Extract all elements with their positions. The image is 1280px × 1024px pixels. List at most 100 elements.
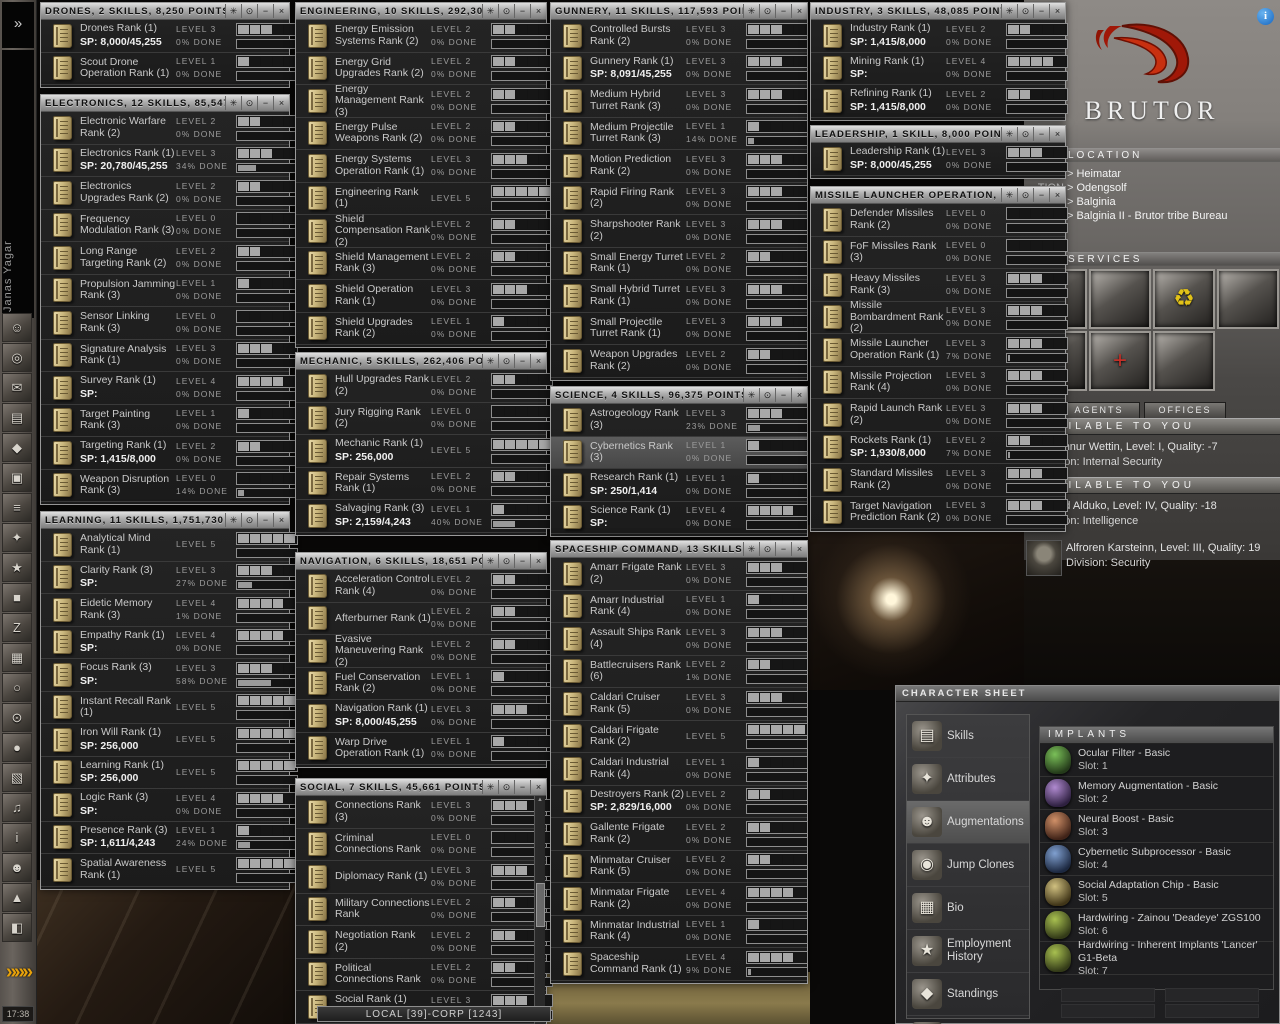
skill-row[interactable]: Small Projectile Turret Rank (1) LEVEL 30…	[551, 313, 808, 345]
minimize-icon[interactable]: −	[257, 96, 273, 110]
skill-row[interactable]: Engineering Rank (1) LEVEL 5	[296, 183, 553, 215]
skill-row[interactable]: Evasive Maneuvering Rank (2) LEVEL 2 0% DO…	[296, 633, 553, 668]
skill-row[interactable]: Small Hybrid Turret Rank (1) LEVEL 3 0% DO…	[551, 280, 808, 313]
tab-attributes[interactable]: ✦ Attributes	[907, 758, 1029, 801]
skill-row[interactable]: Missile Bombardment Rank (2) LEVEL 3 0% DO…	[811, 299, 1068, 334]
compass-icon[interactable]: ⊙	[241, 4, 257, 18]
world-map-icon[interactable]: ●	[2, 733, 32, 762]
map-icon[interactable]: ✦	[2, 523, 32, 552]
fitting-icon[interactable]	[1089, 269, 1151, 329]
compass-icon[interactable]: ⊙	[498, 780, 514, 794]
skill-row[interactable]: Astrogeology Rank (3) LEVEL 3 23% DONE	[551, 404, 808, 437]
skill-row[interactable]: Standard Missiles Rank (2) LEVEL 3 0% DONE	[811, 464, 1068, 497]
tab-security-status[interactable]: ☠Security Status	[907, 1016, 1029, 1024]
calculator-icon[interactable]: ▦	[2, 643, 32, 672]
skill-row[interactable]: Criminal Connections Rank LEVEL 0 0% DONE	[296, 829, 553, 861]
character-sheet-icon[interactable]: ☺	[2, 313, 32, 342]
skill-row[interactable]: Drones Rank (1) SP: 8,000/45,255 LEVEL 3 0%…	[41, 20, 298, 53]
local-chat-bar[interactable]: LOCAL [39]-CORP [1243]	[317, 1006, 551, 1022]
skill-row[interactable]: Iron Will Rank (1) SP: 256,000 LEVEL 5	[41, 724, 298, 757]
expand-button[interactable]: »	[2, 2, 34, 48]
skill-row[interactable]: Hull Upgrades Rank (2) LEVEL 2 0% DONE	[296, 370, 553, 403]
window-titlebar[interactable]: SPACESHIP COMMAND, 13 SKILLS, 779,✳⊙−×	[551, 541, 807, 558]
minimize-icon[interactable]: −	[1033, 188, 1049, 202]
skill-row[interactable]: Sharpshooter Rank (2) LEVEL 3 0% DONE	[551, 215, 808, 248]
skill-row[interactable]: Shield Upgrades Rank (2) LEVEL 1 0% DONE	[296, 313, 553, 345]
skill-row[interactable]: Shield Operation Rank (1) LEVEL 3 0% DONE	[296, 280, 553, 313]
skill-row[interactable]: Amarr Frigate Rank (2) LEVEL 3 0% DONE	[551, 558, 808, 591]
close-icon[interactable]: ×	[1049, 4, 1065, 18]
skill-row[interactable]: Target Painting Rank (3) LEVEL 1 0% DONE	[41, 405, 298, 437]
skill-row[interactable]: Rapid Firing Rank (2) LEVEL 3 0% DONE	[551, 183, 808, 215]
minimize-icon[interactable]: −	[514, 354, 530, 368]
skill-row[interactable]: Refining Rank (1) SP: 1,415/8,000 LEVEL 20…	[811, 85, 1068, 118]
station-tab-agents[interactable]: AGENTS	[1058, 402, 1140, 418]
compass-icon[interactable]: ⊙	[241, 96, 257, 110]
info-icon[interactable]: i	[2, 823, 32, 852]
skill-row[interactable]: Jury Rigging Rank (2) LEVEL 0 0% DONE	[296, 403, 553, 435]
skill-row[interactable]: Long Range Targeting Rank (2) LEVEL 2 0% D…	[41, 242, 298, 275]
skill-row[interactable]: Science Rank (1) SP: LEVEL 4 0% DONE	[551, 502, 808, 534]
skill-row[interactable]: Diplomacy Rank (1) LEVEL 3 0% DONE	[296, 861, 553, 894]
pin-icon[interactable]: ✳	[1001, 4, 1017, 18]
skill-row[interactable]: Caldari Industrial Rank (4) LEVEL 1 0% DON…	[551, 753, 808, 786]
pin-icon[interactable]: ✳	[225, 513, 241, 527]
tab-standings[interactable]: ◆ Standings	[907, 973, 1029, 1016]
pin-icon[interactable]: ✳	[225, 96, 241, 110]
window-titlebar[interactable]: GUNNERY, 11 SKILLS, 117,593 POINTS✳⊙−×	[551, 3, 807, 20]
minimize-icon[interactable]: −	[775, 4, 791, 18]
minimize-icon[interactable]: −	[775, 542, 791, 556]
market-icon[interactable]	[1217, 269, 1279, 329]
tab-jump-clones[interactable]: ◉ Jump Clones	[907, 844, 1029, 887]
skills-icon[interactable]: ◎	[2, 343, 32, 372]
close-icon[interactable]: ×	[273, 4, 289, 18]
skill-row[interactable]: Analytical Mind Rank (1) LEVEL 5	[41, 529, 298, 562]
ship-icon[interactable]: ▲	[2, 883, 32, 912]
pin-icon[interactable]: ✳	[482, 4, 498, 18]
employment-icon[interactable]: ★	[2, 553, 32, 582]
reprocessing-icon[interactable]: ♻	[1153, 269, 1215, 329]
skill-row[interactable]: Electronics Rank (1) SP: 20,780/45,255 LEV…	[41, 145, 298, 177]
close-icon[interactable]: ×	[273, 96, 289, 110]
window-titlebar[interactable]: MECHANIC, 5 SKILLS, 262,406 POINTS✳⊙−×	[296, 353, 546, 370]
skill-row[interactable]: Missile Launcher Operation Rank (1) LEVEL…	[811, 334, 1068, 367]
mail-icon[interactable]: ✉	[2, 373, 32, 402]
skill-row[interactable]: Energy Systems Operation Rank (1) LEVEL 3…	[296, 150, 553, 183]
skill-row[interactable]: Connections Rank (3) LEVEL 3 0% DONE	[296, 796, 553, 829]
skill-row[interactable]: Military Connections Rank LEVEL 2 0% DONE	[296, 894, 553, 926]
tab-employment-history[interactable]: ★ Employment History	[907, 930, 1029, 973]
vault-icon[interactable]: ■	[2, 583, 32, 612]
skill-row[interactable]: Missile Projection Rank (4) LEVEL 3 0% DON…	[811, 367, 1068, 399]
minimize-icon[interactable]: −	[1033, 127, 1049, 141]
window-titlebar[interactable]: SCIENCE, 4 SKILLS, 96,375 POINTS ✳ ⊙ − ×	[551, 387, 807, 404]
skill-row[interactable]: Mechanic Rank (1) SP: 256,000 LEVEL 5	[296, 435, 553, 468]
skill-row[interactable]: Energy Grid Upgrades Rank (2) LEVEL 2 0% D…	[296, 53, 553, 85]
skill-row[interactable]: Spatial Awareness Rank (1) LEVEL 5	[41, 854, 298, 887]
pin-icon[interactable]: ✳	[743, 388, 759, 402]
skill-row[interactable]: Motion Prediction Rank (2) LEVEL 3 0% DONE	[551, 150, 808, 183]
skill-row[interactable]: Industry Rank (1) SP: 1,415/8,000 LEVEL 20…	[811, 20, 1068, 53]
window-titlebar[interactable]: ELECTRONICS, 12 SKILLS, 85,547 POINT✳⊙−×	[41, 95, 289, 112]
skill-row[interactable]: Controlled Bursts Rank (2) LEVEL 3 0% DONE	[551, 20, 808, 53]
skill-row[interactable]: Research Rank (1) SP: 250/1,414 LEVEL 1 0% …	[551, 469, 808, 502]
skill-row[interactable]: Learning Rank (1) SP: 256,000 LEVEL 5	[41, 757, 298, 789]
skill-row[interactable]: Shield Management Rank (3) LEVEL 2 0% DONE	[296, 248, 553, 280]
compass-icon[interactable]: ⊙	[759, 4, 775, 18]
minimize-icon[interactable]: −	[514, 4, 530, 18]
skill-row[interactable]: Negotiation Rank (2) LEVEL 2 0% DONE	[296, 926, 553, 959]
skill-row[interactable]: Salvaging Rank (3) SP: 2,159/4,243 LEVEL 1…	[296, 500, 553, 533]
compass-icon[interactable]: ⊙	[498, 554, 514, 568]
window-titlebar[interactable]: ENGINEERING, 10 SKILLS, 292,302 POIN✳⊙−×	[296, 3, 546, 20]
info-icon[interactable]: i	[1257, 8, 1274, 25]
scroll-thumb[interactable]	[536, 882, 545, 927]
pin-icon[interactable]: ✳	[482, 780, 498, 794]
skill-row[interactable]: Medium Projectile Turret Rank (3) LEVEL 1…	[551, 118, 808, 150]
skill-row[interactable]: Battlecruisers Rank (6) LEVEL 2 1% DONE	[551, 656, 808, 688]
skill-row[interactable]: Spaceship Command Rank (1) LEVEL 4 9% DONE	[551, 948, 808, 981]
skill-row[interactable]: Rockets Rank (1) SP: 1,930/8,000 LEVEL 2 7%…	[811, 432, 1068, 464]
music-icon[interactable]: ♫	[2, 793, 32, 822]
skill-row[interactable]: Electronics Upgrades Rank (2) LEVEL 2 0% D…	[41, 177, 298, 210]
close-icon[interactable]: ×	[791, 388, 807, 402]
medical-icon[interactable]: +	[1089, 331, 1151, 391]
skill-row[interactable]: Acceleration Control Rank (4) LEVEL 2 0% D…	[296, 570, 553, 603]
